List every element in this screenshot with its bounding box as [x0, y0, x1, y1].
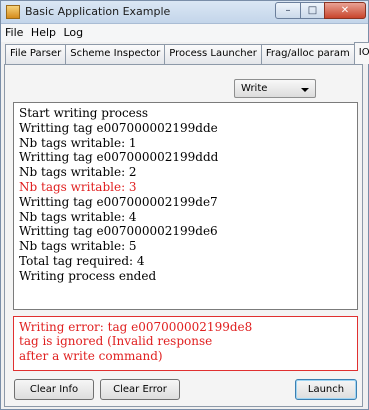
log-line: Writting tag e007000002199de7: [19, 194, 218, 209]
clear-error-button[interactable]: Clear Error: [100, 379, 180, 400]
log-line: Writting tag e007000002199ddd: [19, 150, 219, 165]
maximize-button[interactable]: □: [300, 2, 325, 19]
tab-scheme-inspector[interactable]: Scheme Inspector: [65, 44, 166, 64]
tab-io[interactable]: IO: [353, 42, 369, 64]
log-line: Nb tags writable: 5: [19, 239, 137, 254]
title-bar[interactable]: Basic Application Example – □ ✕: [1, 1, 368, 24]
info-log-lines: Start writing process Writting tag e00700…: [19, 106, 218, 284]
log-line: Nb tags writable: 2: [19, 165, 137, 180]
clear-info-button[interactable]: Clear Info: [14, 379, 94, 400]
app-window: Basic Application Example – □ ✕ File Hel…: [0, 0, 369, 410]
log-line: Writing process ended: [19, 268, 157, 283]
window-title: Basic Application Example: [25, 5, 171, 18]
log-line: Total tag required: 4: [19, 253, 145, 268]
log-line: Writting tag e007000002199dde: [19, 120, 218, 135]
log-line: Writting tag e007000002199de6: [19, 224, 218, 239]
log-line: Nb tags writable: 3: [19, 179, 137, 194]
log-line: Nb tags writable: 1: [19, 135, 137, 150]
mode-select-value: Write: [241, 83, 268, 94]
log-line: Nb tags writable: 4: [19, 209, 137, 224]
info-log-area[interactable]: Start writing process Writting tag e00700…: [13, 102, 358, 310]
java-app-icon: [6, 5, 20, 19]
close-button[interactable]: ✕: [324, 2, 366, 19]
tab-strip: File Parser Scheme Inspector Process Lau…: [5, 42, 369, 65]
menu-file[interactable]: File: [1, 24, 23, 39]
mode-select[interactable]: Write: [234, 79, 316, 98]
chevron-down-icon: [301, 88, 309, 92]
error-log-text: Writing error: tag e007000002199de8 tag …: [19, 320, 253, 363]
tab-frag-alloc-param[interactable]: Frag/alloc param: [260, 44, 355, 64]
menu-help[interactable]: Help: [27, 24, 56, 39]
minimize-button[interactable]: –: [275, 2, 301, 19]
menu-bar: File Help Log: [1, 24, 368, 42]
tab-file-parser[interactable]: File Parser: [5, 44, 67, 64]
error-log-area[interactable]: Writing error: tag e007000002199de8 tag …: [13, 316, 358, 371]
log-line: Start writing process: [19, 106, 149, 120]
tab-process-launcher[interactable]: Process Launcher: [164, 44, 262, 64]
launch-button[interactable]: Launch: [295, 379, 357, 400]
menu-log[interactable]: Log: [60, 24, 84, 39]
